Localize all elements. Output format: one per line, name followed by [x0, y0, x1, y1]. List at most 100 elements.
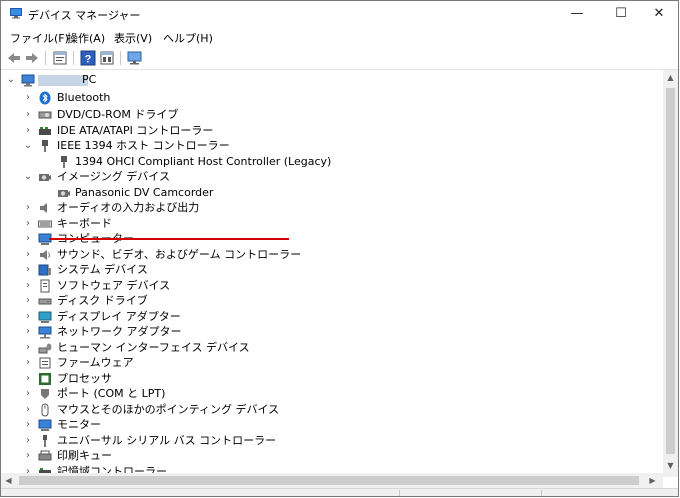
svg-text:?: ?	[85, 54, 92, 66]
tree-item-mouse[interactable]: › マウスとそのほかのポインティング デバイス	[1, 402, 641, 418]
tree-item-bluetooth[interactable]: › Bluetooth	[1, 90, 641, 106]
chevron-right-icon[interactable]: ›	[23, 202, 33, 214]
tree-item-display[interactable]: › ディスプレイ アダプター	[1, 309, 641, 325]
tree-item-system[interactable]: › システム デバイス	[1, 262, 641, 278]
close-button[interactable]: ✕	[639, 1, 678, 27]
computer-icon	[21, 74, 35, 87]
ieee1394-device-icon	[61, 156, 67, 168]
system-device-icon	[38, 264, 51, 276]
chevron-right-icon[interactable]: ›	[23, 295, 33, 307]
software-device-icon	[40, 279, 50, 293]
device-tree[interactable]: ⌄ PC › Bluetooth › DVD/CD-ROM ドライブ › IDE…	[1, 70, 663, 473]
scroll-right-button[interactable]: ▶	[645, 473, 660, 488]
root-label: PC	[82, 73, 97, 86]
chevron-right-icon[interactable]: ›	[23, 218, 33, 230]
scroll-left-button[interactable]: ◀	[1, 473, 16, 488]
chevron-right-icon[interactable]: ›	[23, 435, 33, 447]
tree-item-software[interactable]: › ソフトウェア デバイス	[1, 278, 641, 294]
tree-item-monitor[interactable]: › モニター	[1, 417, 641, 433]
tree-item-sound[interactable]: › サウンド、ビデオ、およびゲーム コントローラー	[1, 247, 641, 263]
highlight-underline	[49, 238, 289, 240]
port-icon	[41, 389, 49, 399]
chevron-right-icon[interactable]: ›	[23, 109, 33, 121]
toolbar: ?	[1, 47, 678, 70]
audio-io-icon	[40, 203, 47, 213]
tree-item-dvd[interactable]: › DVD/CD-ROM ドライブ	[1, 107, 641, 123]
bluetooth-icon	[39, 91, 51, 105]
back-arrow-icon[interactable]	[6, 50, 22, 66]
chevron-right-icon[interactable]: ›	[23, 233, 33, 245]
properties-icon[interactable]	[52, 50, 68, 66]
display-adapter-icon	[38, 311, 52, 323]
imaging-device-icon	[39, 174, 51, 181]
chevron-right-icon[interactable]: ›	[23, 404, 33, 416]
chevron-right-icon[interactable]: ›	[23, 466, 33, 473]
chevron-right-icon[interactable]: ›	[23, 92, 33, 104]
tree-item-ide[interactable]: › IDE ATA/ATAPI コントローラー	[1, 123, 641, 139]
tree-item-panasonic[interactable]: Panasonic DV Camcorder	[1, 185, 641, 201]
sound-video-icon	[40, 250, 50, 260]
chevron-right-icon[interactable]: ›	[23, 419, 33, 431]
chevron-right-icon[interactable]: ›	[23, 125, 33, 137]
chevron-right-icon[interactable]: ›	[23, 373, 33, 385]
chevron-right-icon[interactable]: ›	[23, 326, 33, 338]
forward-arrow-icon[interactable]	[24, 50, 40, 66]
tree-item-firmware[interactable]: › ファームウェア	[1, 355, 641, 371]
menu-view[interactable]: 表示(V)	[114, 30, 152, 46]
tree-item-processor[interactable]: › プロセッサ	[1, 371, 641, 387]
tree-item-imaging[interactable]: ⌄ イメージング デバイス	[1, 169, 641, 185]
tree-item-storage[interactable]: › 記憶域コントローラー	[1, 464, 641, 473]
title-bar[interactable]: デバイス マネージャー — ☐ ✕	[1, 1, 678, 27]
help-icon[interactable]: ?	[80, 50, 96, 66]
ieee1394-icon	[42, 140, 48, 152]
window-title: デバイス マネージャー	[28, 9, 141, 22]
horizontal-scroll-thumb[interactable]	[19, 476, 639, 485]
dvd-drive-icon	[38, 111, 52, 119]
chevron-down-icon[interactable]: ⌄	[23, 171, 33, 183]
chevron-right-icon[interactable]: ›	[23, 280, 33, 292]
tree-item-usb[interactable]: › ユニバーサル シリアル バス コントローラー	[1, 433, 641, 449]
chevron-right-icon[interactable]: ›	[23, 264, 33, 276]
usb-icon	[43, 435, 47, 447]
disk-drive-icon	[38, 298, 52, 305]
firmware-icon	[39, 357, 51, 369]
chevron-right-icon[interactable]: ›	[23, 249, 33, 261]
horizontal-scrollbar[interactable]: ◀ ▶	[1, 473, 663, 488]
tree-root[interactable]: ⌄ PC	[1, 72, 641, 88]
network-adapter-icon	[38, 326, 52, 339]
menu-help[interactable]: ヘルプ(H)	[163, 30, 213, 46]
chevron-right-icon[interactable]: ›	[23, 450, 33, 462]
tree-item-1394-ohci[interactable]: 1394 OHCI Compliant Host Controller (Leg…	[1, 154, 641, 170]
maximize-button[interactable]: ☐	[601, 1, 641, 27]
scan-hardware-icon[interactable]	[127, 50, 143, 66]
tree-item-hid[interactable]: › ヒューマン インターフェイス デバイス	[1, 340, 641, 356]
tree-item-ieee1394[interactable]: ⌄ IEEE 1394 ホスト コントローラー	[1, 138, 641, 154]
tree-item-network[interactable]: › ネットワーク アダプター	[1, 324, 641, 340]
minimize-button[interactable]: —	[557, 1, 597, 27]
update-driver-icon[interactable]	[99, 50, 115, 66]
ide-controller-icon	[39, 127, 51, 135]
tree-item-keyboard[interactable]: › キーボード	[1, 216, 641, 232]
tree-item-disk[interactable]: › ディスク ドライブ	[1, 293, 641, 309]
chevron-right-icon[interactable]: ›	[23, 388, 33, 400]
status-bar	[1, 488, 678, 496]
tree-item-audio[interactable]: › オーディオの入力および出力	[1, 200, 641, 216]
monitor-icon	[38, 419, 52, 431]
menu-action[interactable]: 操作(A)	[67, 30, 105, 46]
chevron-right-icon[interactable]: ›	[23, 342, 33, 354]
camcorder-icon	[58, 190, 70, 197]
processor-icon	[39, 373, 51, 385]
chevron-down-icon[interactable]: ⌄	[23, 140, 33, 152]
menu-bar: ファイル(F) 操作(A) 表示(V) ヘルプ(H)	[1, 28, 678, 46]
chevron-down-icon[interactable]: ⌄	[6, 74, 16, 86]
chevron-right-icon[interactable]: ›	[23, 357, 33, 369]
vertical-scroll-thumb[interactable]	[666, 88, 675, 454]
scroll-up-button[interactable]: ▲	[663, 70, 678, 85]
hid-icon	[38, 343, 52, 354]
chevron-right-icon[interactable]: ›	[23, 311, 33, 323]
tree-item-print-queue[interactable]: › 印刷キュー	[1, 448, 641, 464]
vertical-scrollbar[interactable]: ▲ ▼	[663, 70, 678, 477]
menu-file[interactable]: ファイル(F)	[10, 30, 69, 46]
tree-item-port[interactable]: › ポート (COM と LPT)	[1, 386, 641, 402]
scroll-down-button[interactable]: ▼	[663, 458, 678, 473]
